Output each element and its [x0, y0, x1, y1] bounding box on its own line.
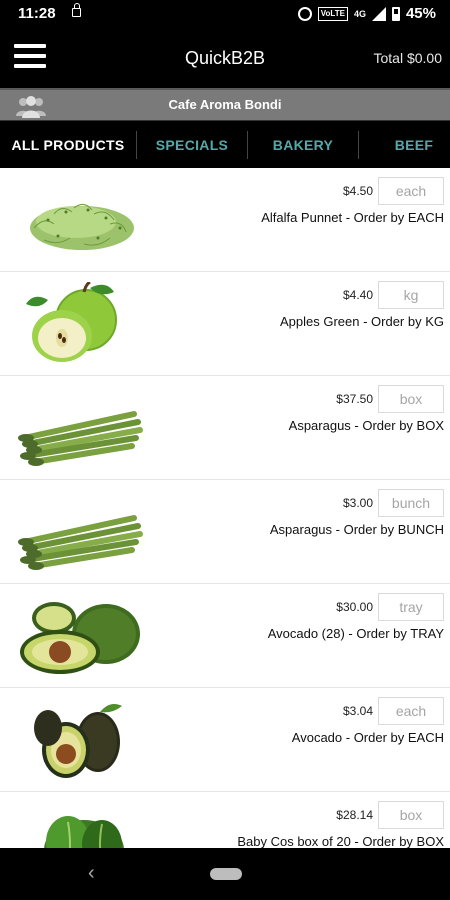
- unit-quantity-input[interactable]: kg: [378, 281, 444, 309]
- unit-quantity-input[interactable]: bunch: [378, 489, 444, 517]
- system-nav-bar: ‹: [0, 848, 450, 900]
- signal-icon: [371, 6, 386, 21]
- status-time: 11:28: [18, 5, 56, 22]
- unit-quantity-input[interactable]: box: [378, 801, 444, 829]
- product-row[interactable]: $3.04 each Avocado - Order by EACH: [0, 688, 450, 792]
- alfalfa-sprouts-image: [30, 204, 134, 250]
- back-chevron-icon[interactable]: ‹: [88, 862, 95, 885]
- status-icons: VoLTE 4G 45%: [297, 5, 436, 22]
- customer-name: Cafe Aroma Bondi: [168, 97, 282, 112]
- battery-icon: [391, 6, 400, 21]
- app-header: QuickB2B Total $0.00: [0, 28, 450, 88]
- product-price: $37.50: [336, 392, 373, 406]
- product-price: $3.00: [342, 496, 373, 510]
- product-price: $3.04: [342, 704, 373, 718]
- product-name: Asparagus - Order by BOX: [288, 418, 444, 433]
- product-row[interactable]: $37.50 box Asparagus - Order by BOX: [0, 376, 450, 480]
- status-bar: 11:28 VoLTE 4G 45%: [0, 0, 450, 28]
- product-row[interactable]: $3.00 bunch Asparagus - Order by BUNCH: [0, 480, 450, 584]
- tab-all-products[interactable]: ALL PRODUCTS: [0, 137, 136, 153]
- home-pill-icon[interactable]: [210, 868, 242, 880]
- network-type: 4G: [353, 8, 366, 19]
- product-price: $4.40: [342, 288, 373, 302]
- product-name: Avocado (28) - Order by TRAY: [267, 626, 444, 641]
- product-price: $4.50: [342, 184, 373, 198]
- lock-icon: [72, 3, 81, 17]
- unit-quantity-input[interactable]: box: [378, 385, 444, 413]
- product-price: $28.14: [336, 808, 373, 822]
- green-apples-image: [26, 282, 117, 362]
- product-name: Asparagus - Order by BUNCH: [269, 522, 444, 537]
- baby-cos-lettuce-image: [44, 816, 124, 848]
- volte-icon: VoLTE: [317, 6, 348, 21]
- tab-beef[interactable]: BEEF: [359, 137, 450, 153]
- product-row[interactable]: $30.00 tray Avocado (28) - Order by TRAY: [0, 584, 450, 688]
- unit-quantity-input[interactable]: each: [378, 177, 444, 205]
- product-row[interactable]: $4.40 kg Apples Green - Order by KG: [0, 272, 450, 376]
- product-name: Alfalfa Punnet - Order by EACH: [261, 210, 444, 225]
- tab-specials[interactable]: SPECIALS: [137, 137, 247, 153]
- tab-bakery[interactable]: BAKERY: [248, 137, 358, 153]
- alarm-icon: [297, 6, 312, 21]
- avocado-image: [20, 602, 140, 674]
- product-row[interactable]: $28.14 box Baby Cos box of 20 - Order by…: [0, 792, 450, 848]
- product-name: Baby Cos box of 20 - Order by BOX: [237, 834, 444, 848]
- cart-total[interactable]: Total $0.00: [374, 50, 443, 66]
- unit-quantity-input[interactable]: each: [378, 697, 444, 725]
- product-name: Apples Green - Order by KG: [279, 314, 444, 329]
- product-list[interactable]: $4.50 each Alfalfa Punnet - Order by EAC…: [0, 168, 450, 848]
- product-row[interactable]: $4.50 each Alfalfa Punnet - Order by EAC…: [0, 168, 450, 272]
- category-tabs: ALL PRODUCTS SPECIALS BAKERY BEEF: [0, 120, 450, 168]
- product-price: $30.00: [336, 600, 373, 614]
- unit-quantity-input[interactable]: tray: [378, 593, 444, 621]
- battery-percent: 45%: [405, 5, 436, 22]
- asparagus-image: [18, 411, 143, 466]
- customer-bar[interactable]: Cafe Aroma Bondi: [0, 88, 450, 120]
- product-name: Avocado - Order by EACH: [291, 730, 444, 745]
- avocado-image: [34, 704, 122, 778]
- asparagus-image: [18, 515, 143, 570]
